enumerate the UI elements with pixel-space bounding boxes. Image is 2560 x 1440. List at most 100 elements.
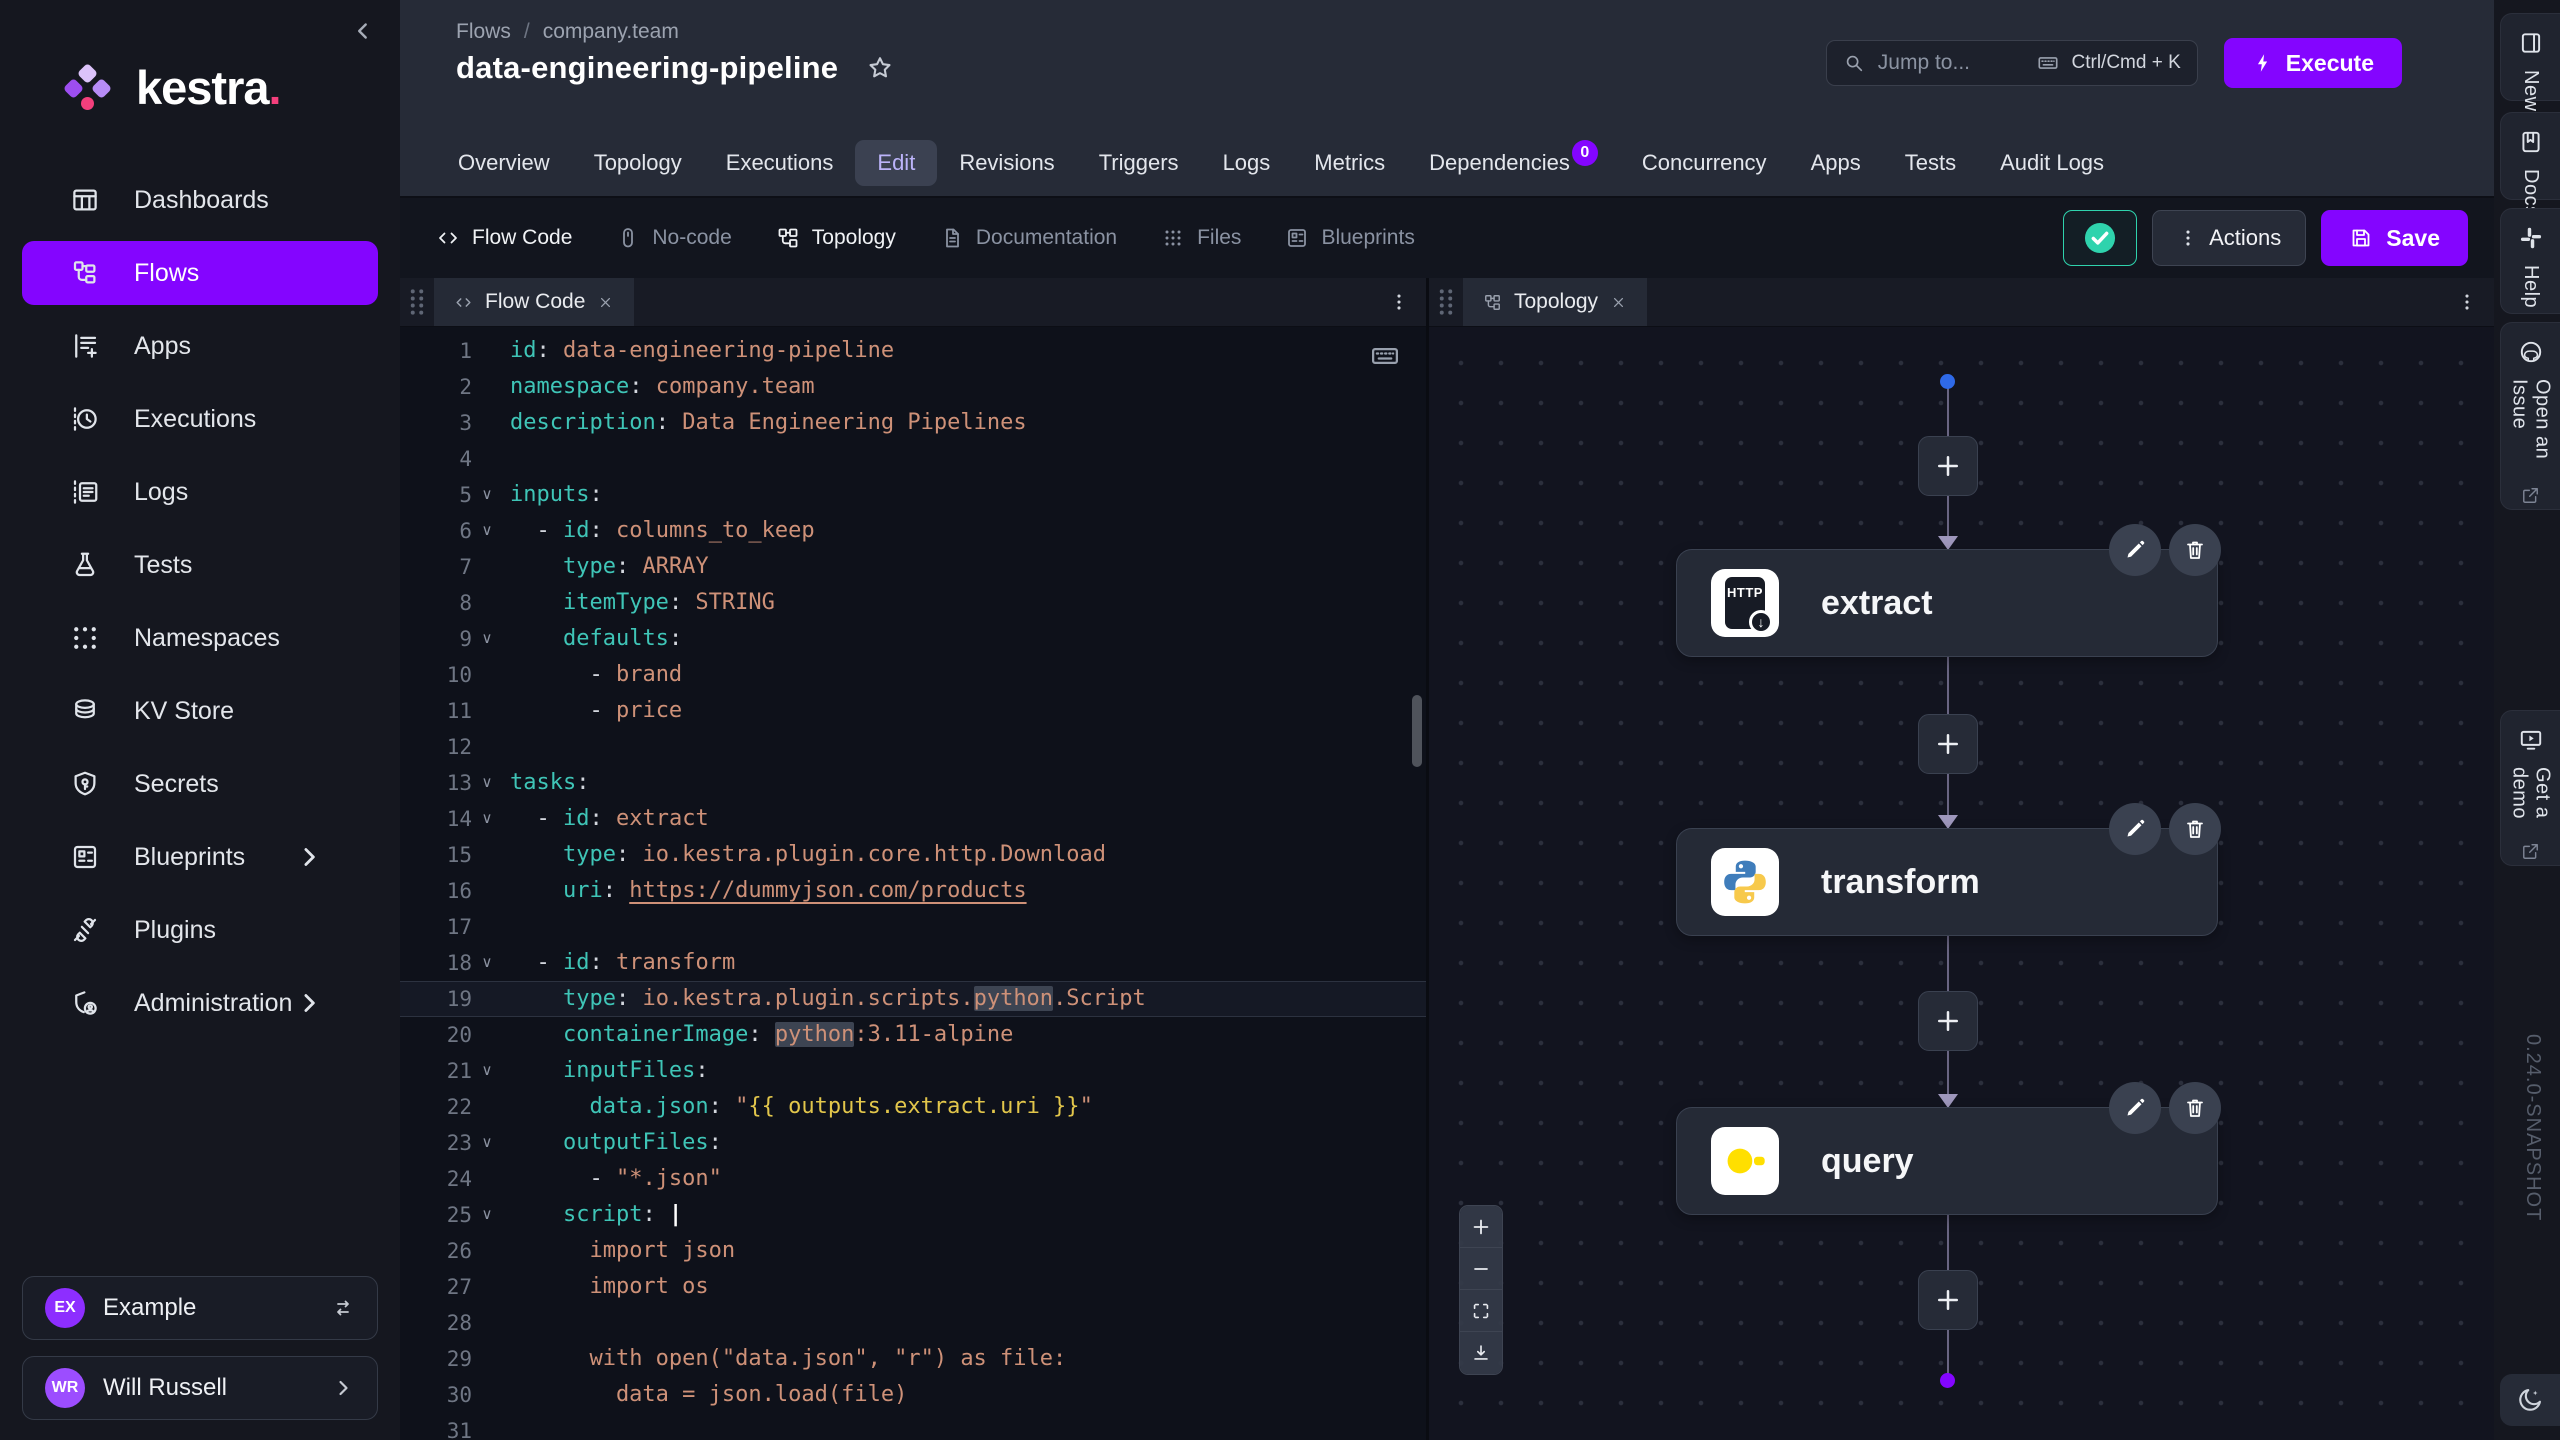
dock-tab-help[interactable]: Help — [2500, 208, 2560, 314]
code-line-3[interactable]: 3description: Data Engineering Pipelines — [400, 405, 1426, 441]
export-button[interactable] — [1460, 1332, 1502, 1374]
tab-dependencies[interactable]: Dependencies0 — [1407, 140, 1620, 186]
code-line-30[interactable]: 30data = json.load(file) — [400, 1377, 1426, 1413]
code-line-28[interactable]: 28 — [400, 1305, 1426, 1341]
keyboard-shortcuts-icon[interactable] — [1370, 341, 1400, 371]
task-node-transform[interactable]: transform — [1676, 828, 2218, 936]
panel-drag-handle-icon[interactable] — [1429, 278, 1463, 326]
sidebar-item-flows[interactable]: Flows — [22, 241, 378, 305]
code-line-12[interactable]: 12 — [400, 729, 1426, 765]
add-task-button[interactable] — [1918, 714, 1978, 774]
delete-task-button[interactable] — [2169, 524, 2221, 576]
tab-concurrency[interactable]: Concurrency — [1620, 140, 1789, 186]
breadcrumb-flows[interactable]: Flows — [456, 20, 511, 44]
code-line-31[interactable]: 31 — [400, 1413, 1426, 1440]
topology-canvas[interactable]: HTTP↓extracttransformquery — [1429, 327, 2494, 1440]
fold-chevron-icon[interactable]: ∨ — [472, 1125, 502, 1161]
panel-kebab-icon[interactable] — [2456, 291, 2478, 313]
code-line-4[interactable]: 4 — [400, 441, 1426, 477]
add-task-button[interactable] — [1918, 991, 1978, 1051]
kestra-logo[interactable]: kestra. — [66, 66, 281, 116]
fold-chevron-icon[interactable]: ∨ — [472, 513, 502, 549]
dock-tab-get-a-demo[interactable]: Get a demo — [2500, 710, 2560, 866]
sidebar-item-secrets[interactable]: Secrets — [22, 752, 378, 816]
tab-triggers[interactable]: Triggers — [1077, 140, 1201, 186]
delete-task-button[interactable] — [2169, 803, 2221, 855]
fold-chevron-icon[interactable]: ∨ — [472, 477, 502, 513]
theme-toggle-button[interactable] — [2500, 1374, 2560, 1426]
code-line-13[interactable]: 13∨tasks: — [400, 765, 1426, 801]
user-menu[interactable]: WR Will Russell — [22, 1356, 378, 1420]
code-line-18[interactable]: 18∨- id: transform — [400, 945, 1426, 981]
edit-task-button[interactable] — [2109, 803, 2161, 855]
add-task-button[interactable] — [1918, 436, 1978, 496]
fold-chevron-icon[interactable]: ∨ — [472, 801, 502, 837]
breadcrumb-namespace[interactable]: company.team — [543, 20, 679, 44]
view-no-code[interactable]: No-code — [616, 226, 731, 250]
code-line-27[interactable]: 27import os — [400, 1269, 1426, 1305]
code-line-25[interactable]: 25∨script: | — [400, 1197, 1426, 1233]
code-line-29[interactable]: 29with open("data.json", "r") as file: — [400, 1341, 1426, 1377]
sidebar-item-administration[interactable]: Administration — [22, 971, 378, 1035]
flow-code-panel-tab[interactable]: Flow Code — [434, 278, 634, 326]
sidebar-item-namespaces[interactable]: Namespaces — [22, 606, 378, 670]
code-line-19[interactable]: 19type: io.kestra.plugin.scripts.python.… — [400, 981, 1426, 1017]
code-line-20[interactable]: 20containerImage: python:3.11-alpine — [400, 1017, 1426, 1053]
topology-panel-tab[interactable]: Topology — [1463, 278, 1647, 326]
tab-apps[interactable]: Apps — [1789, 140, 1883, 186]
code-line-23[interactable]: 23∨outputFiles: — [400, 1125, 1426, 1161]
code-line-5[interactable]: 5∨inputs: — [400, 477, 1426, 513]
tab-edit[interactable]: Edit — [855, 140, 937, 186]
execute-button[interactable]: Execute — [2224, 38, 2402, 88]
code-line-2[interactable]: 2namespace: company.team — [400, 369, 1426, 405]
tab-executions[interactable]: Executions — [704, 140, 856, 186]
editor-scrollbar[interactable] — [1412, 695, 1422, 767]
fold-chevron-icon[interactable]: ∨ — [472, 945, 502, 981]
sidebar-item-logs[interactable]: Logs — [22, 460, 378, 524]
code-line-8[interactable]: 8itemType: STRING — [400, 585, 1426, 621]
fold-chevron-icon[interactable]: ∨ — [472, 621, 502, 657]
edit-task-button[interactable] — [2109, 524, 2161, 576]
code-line-15[interactable]: 15type: io.kestra.plugin.core.http.Downl… — [400, 837, 1426, 873]
tab-metrics[interactable]: Metrics — [1292, 140, 1407, 186]
code-line-11[interactable]: 11- price — [400, 693, 1426, 729]
code-line-10[interactable]: 10- brand — [400, 657, 1426, 693]
sidebar-item-tests[interactable]: Tests — [22, 533, 378, 597]
delete-task-button[interactable] — [2169, 1082, 2221, 1134]
code-line-7[interactable]: 7type: ARRAY — [400, 549, 1426, 585]
sidebar-item-dashboards[interactable]: Dashboards — [22, 168, 378, 232]
dock-tab-open-an-issue[interactable]: Open an Issue — [2500, 322, 2560, 510]
tab-topology[interactable]: Topology — [572, 140, 704, 186]
switch-tenant-icon[interactable] — [331, 1296, 355, 1320]
close-icon[interactable] — [1610, 294, 1627, 311]
code-line-21[interactable]: 21∨inputFiles: — [400, 1053, 1426, 1089]
sidebar-item-apps[interactable]: Apps — [22, 314, 378, 378]
tab-revisions[interactable]: Revisions — [937, 140, 1076, 186]
code-line-1[interactable]: 1id: data-engineering-pipeline — [400, 333, 1426, 369]
fold-chevron-icon[interactable]: ∨ — [472, 765, 502, 801]
view-blueprints[interactable]: Blueprints — [1285, 226, 1414, 250]
add-task-button[interactable] — [1918, 1270, 1978, 1330]
sidebar-item-executions[interactable]: Executions — [22, 387, 378, 451]
view-files[interactable]: Files — [1161, 226, 1241, 250]
sidebar-item-plugins[interactable]: Plugins — [22, 898, 378, 962]
edit-task-button[interactable] — [2109, 1082, 2161, 1134]
code-line-26[interactable]: 26import json — [400, 1233, 1426, 1269]
sidebar-item-kv-store[interactable]: KV Store — [22, 679, 378, 743]
favorite-star-icon[interactable] — [866, 54, 894, 82]
panel-drag-handle-icon[interactable] — [400, 278, 434, 326]
view-documentation[interactable]: Documentation — [940, 226, 1117, 250]
panel-kebab-icon[interactable] — [1388, 291, 1410, 313]
fold-chevron-icon[interactable]: ∨ — [472, 1053, 502, 1089]
tenant-selector[interactable]: EX Example — [22, 1276, 378, 1340]
zoom-out-button[interactable] — [1460, 1248, 1502, 1290]
view-topology[interactable]: Topology — [776, 226, 896, 250]
fit-view-button[interactable] — [1460, 1290, 1502, 1332]
code-line-16[interactable]: 16uri: https://dummyjson.com/products — [400, 873, 1426, 909]
code-editor[interactable]: 1id: data-engineering-pipeline2namespace… — [400, 327, 1426, 1440]
dock-tab-news[interactable]: News — [2500, 13, 2560, 101]
actions-button[interactable]: Actions — [2152, 210, 2306, 266]
task-node-extract[interactable]: HTTP↓extract — [1676, 549, 2218, 657]
tab-tests[interactable]: Tests — [1883, 140, 1978, 186]
code-line-9[interactable]: 9∨defaults: — [400, 621, 1426, 657]
